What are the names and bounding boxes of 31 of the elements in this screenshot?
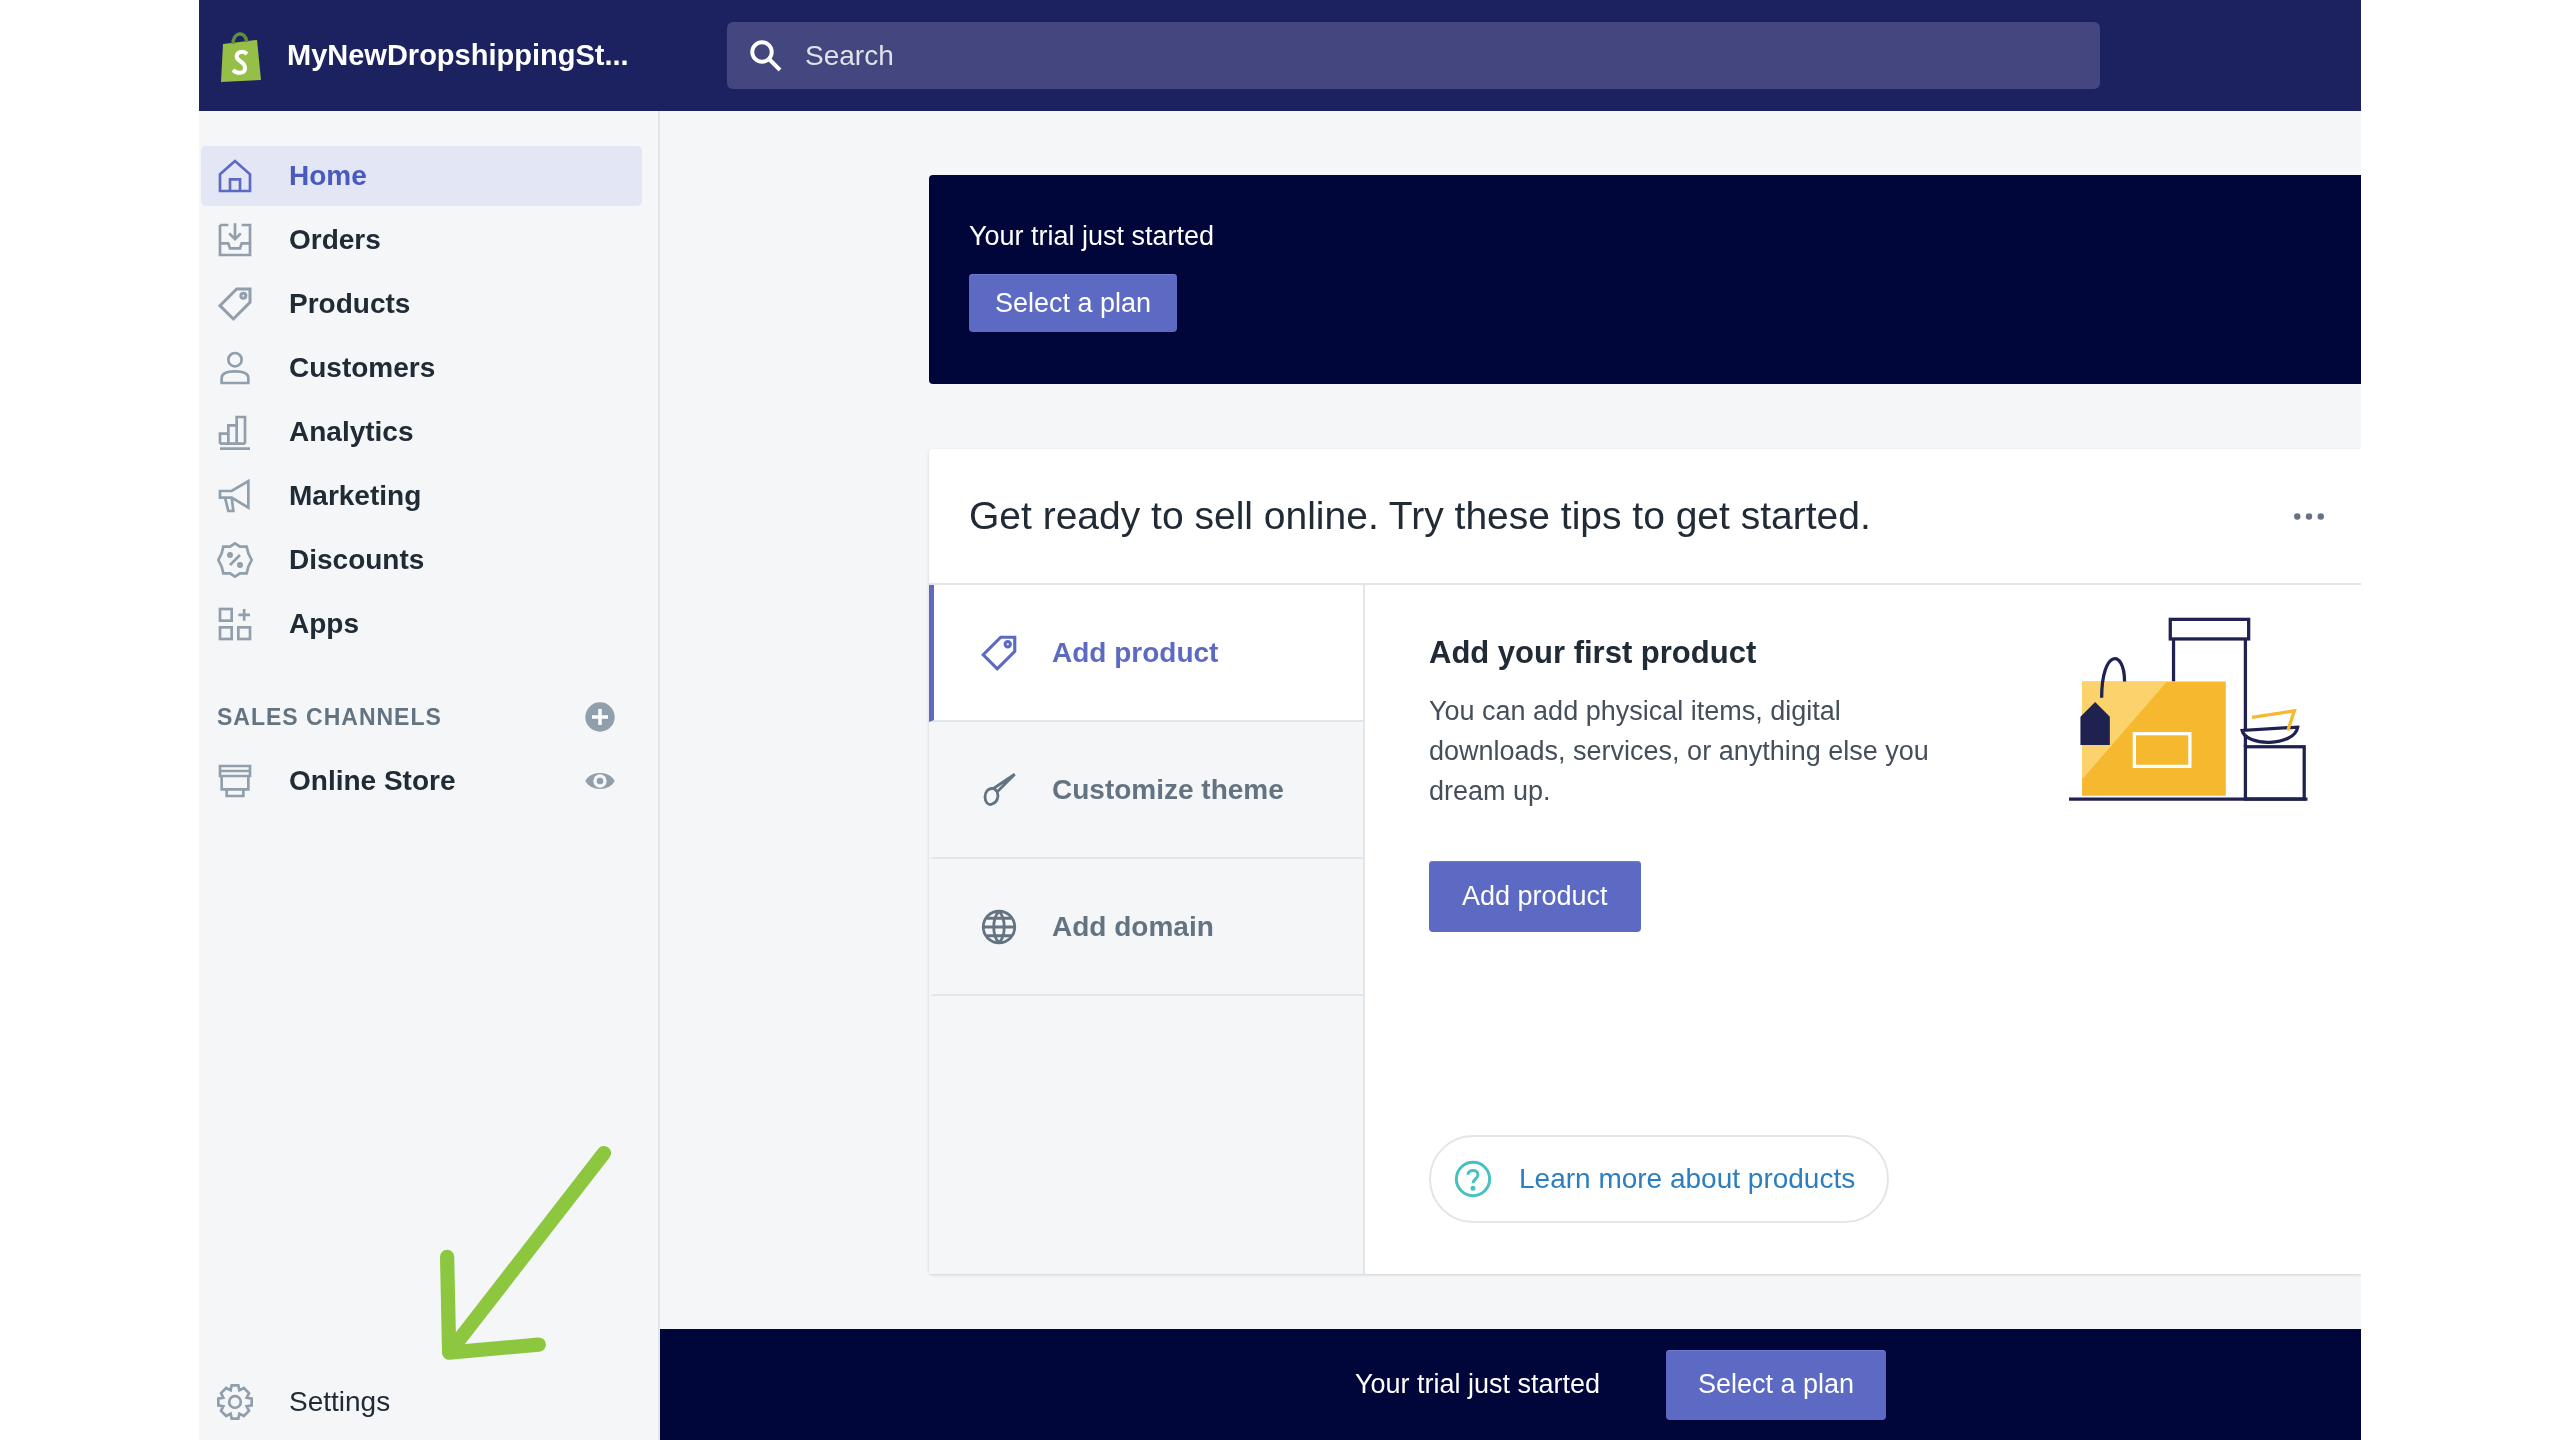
search-icon [747, 37, 783, 73]
nav-item[interactable]: Online Store [215, 761, 456, 801]
nav-item[interactable]: Customers [201, 338, 642, 398]
add-icon[interactable] [584, 701, 616, 733]
nav-item[interactable]: Marketing [201, 466, 642, 526]
more-icon[interactable] [2293, 511, 2325, 521]
search-field[interactable]: Search [727, 22, 2100, 89]
nav-item[interactable]: Apps [201, 594, 642, 654]
nav-item[interactable]: Discounts [201, 530, 642, 590]
help-link[interactable]: Learn more about products [1429, 1135, 1890, 1223]
detail-title: Add your first product [1429, 635, 1757, 671]
nav-item[interactable]: Products [201, 274, 642, 334]
nav-item[interactable]: Home [201, 146, 642, 206]
nav-item[interactable]: Settings [201, 1372, 642, 1432]
add-product-button[interactable]: Add product [1429, 861, 1641, 932]
nav-item[interactable]: Orders [201, 210, 642, 270]
section-heading: SALES CHANNELS [217, 703, 442, 731]
bottom-bar-text: Your trial just started [1354, 1369, 1600, 1400]
banner-text: Your trial just started [969, 221, 1215, 252]
question-icon [1453, 1159, 1493, 1199]
detail-text: You can add physical items, digital downloads, services, or anything else you dream up. [1429, 695, 1930, 808]
tip-tab[interactable]: Add domain [929, 859, 1363, 996]
select-plan-button[interactable]: Select a plan [1666, 1349, 1887, 1420]
store-name[interactable]: MyNewDropshippingSt... [287, 39, 629, 72]
tip-tab[interactable]: Customize theme [929, 722, 1363, 859]
discount-icon [215, 540, 255, 580]
card-title: Get ready to sell online. Try these tips to get started. [969, 494, 1871, 538]
tip-tab[interactable]: Add product [929, 585, 1363, 722]
settings-icon [215, 1382, 255, 1422]
select-plan-button[interactable]: Select a plan [969, 274, 1178, 332]
nav-item[interactable]: Analytics [201, 402, 642, 462]
